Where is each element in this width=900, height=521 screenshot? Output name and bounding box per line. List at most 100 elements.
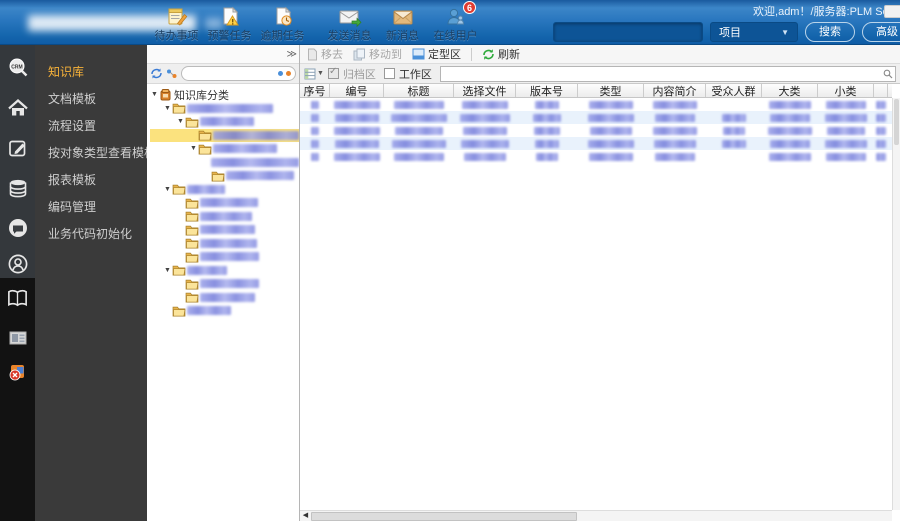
tree-node[interactable]	[150, 196, 299, 210]
table-cell	[516, 98, 578, 111]
card-panel-icon[interactable]	[6, 326, 29, 349]
sidebar-item-business-code-init[interactable]: 业务代码初始化	[35, 221, 147, 248]
warning-tasks-button[interactable]: 预警任务	[203, 3, 256, 43]
table-cell	[874, 124, 888, 137]
redacted-cell-value	[311, 113, 319, 122]
tree-node[interactable]: ▼	[150, 142, 299, 156]
column-header[interactable]: 类型	[578, 84, 644, 97]
overdue-tasks-label: 逾期任务	[260, 30, 305, 42]
tree-node[interactable]: ▼	[150, 115, 299, 129]
redacted-cell-value	[876, 113, 886, 122]
tree-node[interactable]	[150, 128, 299, 142]
tree-node[interactable]: ▼	[150, 102, 299, 116]
horizontal-scrollbar-thumb[interactable]	[311, 511, 578, 521]
tree-node[interactable]	[150, 223, 299, 237]
horizontal-scrollbar[interactable]: ◀	[300, 510, 892, 521]
search-button[interactable]: 搜索	[805, 22, 855, 42]
redacted-cell-value	[535, 100, 559, 109]
todo-items-button[interactable]: 待办事项	[150, 3, 203, 43]
tree-expand-arrow-icon[interactable]: ▼	[163, 105, 172, 112]
tree-expand-arrow-icon[interactable]: ▼	[189, 145, 198, 152]
table-cell	[818, 150, 874, 163]
sidebar-item-process-settings[interactable]: 流程设置	[35, 113, 147, 140]
column-config-icon[interactable]: ▼	[304, 68, 324, 80]
exit-app-icon[interactable]	[6, 360, 29, 383]
tree-node[interactable]	[150, 210, 299, 224]
workspace-checkbox[interactable]	[383, 68, 395, 79]
crm-search-logo-icon[interactable]: CRM	[6, 56, 29, 79]
redacted-node-label	[200, 117, 254, 127]
tree-node[interactable]	[150, 277, 299, 291]
collapse-panel-icon[interactable]: ≫	[287, 49, 298, 60]
column-header[interactable]: 编号	[330, 84, 384, 97]
grid-filter-input[interactable]	[439, 65, 896, 82]
table-row[interactable]	[300, 111, 892, 124]
table-row[interactable]	[300, 98, 892, 111]
table-cell	[330, 111, 384, 124]
tree-root-node[interactable]: ▼ 知识库分类	[150, 88, 299, 102]
fixed-zone-button[interactable]: 定型区	[409, 46, 464, 62]
home-icon[interactable]	[6, 96, 29, 119]
todo-label: 待办事项	[154, 30, 199, 42]
tree-node[interactable]	[150, 291, 299, 305]
tree-node[interactable]: ▼	[150, 183, 299, 197]
refresh-button[interactable]: 刷新	[479, 46, 523, 62]
tree-expand-arrow-icon[interactable]: ▼	[163, 267, 172, 274]
column-header[interactable]: 小类	[818, 84, 874, 97]
sidebar-item-templates-by-object-type[interactable]: 按对象类型查看模板	[35, 140, 147, 167]
book-icon[interactable]	[6, 286, 29, 309]
column-header[interactable]: 内容简介	[644, 84, 706, 97]
database-icon[interactable]	[6, 176, 29, 199]
column-header-filler[interactable]	[874, 84, 888, 97]
remove-button[interactable]: 移去	[304, 46, 346, 62]
tree-node[interactable]: ▼	[150, 264, 299, 278]
overdue-tasks-button[interactable]: 逾期任务	[256, 3, 309, 43]
tree-expand-all-icon[interactable]	[166, 68, 178, 80]
table-cell	[454, 111, 516, 124]
tree-expand-arrow-icon[interactable]: ▼	[176, 118, 185, 125]
scroll-left-arrow-icon[interactable]: ◀	[300, 511, 311, 521]
sidebar-item-document-templates[interactable]: 文档模板	[35, 86, 147, 113]
table-cell	[644, 111, 706, 124]
table-row[interactable]	[300, 137, 892, 150]
tree-search-input[interactable]	[181, 66, 296, 81]
tree-node[interactable]	[150, 237, 299, 251]
column-header[interactable]: 标题	[384, 84, 454, 97]
advanced-search-button[interactable]: 高级	[862, 22, 900, 42]
tree-node[interactable]	[150, 156, 299, 170]
column-header[interactable]: 大类	[762, 84, 818, 97]
column-header[interactable]: 序号	[300, 84, 330, 97]
send-message-button[interactable]: 发送消息	[323, 3, 376, 43]
table-row[interactable]	[300, 150, 892, 163]
tree-refresh-icon[interactable]	[150, 67, 163, 80]
tree-node[interactable]	[150, 169, 299, 183]
corner-widget[interactable]	[884, 5, 900, 18]
tree-node[interactable]	[150, 250, 299, 264]
online-users-button[interactable]: 6 在线用户	[429, 1, 482, 43]
folder-icon	[185, 224, 200, 236]
sidebar-item-knowledge-base[interactable]: 知识库	[35, 59, 147, 86]
search-scope-dropdown[interactable]: 项目 ▼	[710, 22, 798, 42]
sidebar-item-report-templates[interactable]: 报表模板	[35, 167, 147, 194]
edit-icon[interactable]	[6, 136, 29, 159]
column-header[interactable]: 选择文件	[454, 84, 516, 97]
grid-toolbar: 移去 移动到 定型区 刷新	[300, 45, 900, 64]
tree-search-blue-dot-icon[interactable]	[278, 71, 283, 76]
column-header[interactable]: 受众人群	[706, 84, 762, 97]
global-search-input[interactable]	[553, 22, 703, 42]
archive-zone-checkbox[interactable]	[327, 66, 339, 79]
new-message-button[interactable]: 新消息	[376, 3, 429, 43]
tree-expand-arrow-icon[interactable]: ▼	[150, 91, 159, 98]
user-profile-icon[interactable]	[6, 252, 29, 275]
table-cell	[384, 137, 454, 150]
sidebar-item-code-management[interactable]: 编码管理	[35, 194, 147, 221]
tree-node[interactable]	[150, 304, 299, 318]
chat-icon[interactable]	[6, 216, 29, 239]
column-header[interactable]: 版本号	[516, 84, 578, 97]
vertical-scrollbar-thumb[interactable]	[894, 99, 899, 145]
tree-expand-arrow-icon[interactable]: ▼	[163, 186, 172, 193]
move-to-button[interactable]: 移动到	[350, 46, 405, 62]
vertical-scrollbar[interactable]	[892, 98, 900, 510]
table-row[interactable]	[300, 124, 892, 137]
tree-search-orange-dot-icon[interactable]	[286, 71, 291, 76]
